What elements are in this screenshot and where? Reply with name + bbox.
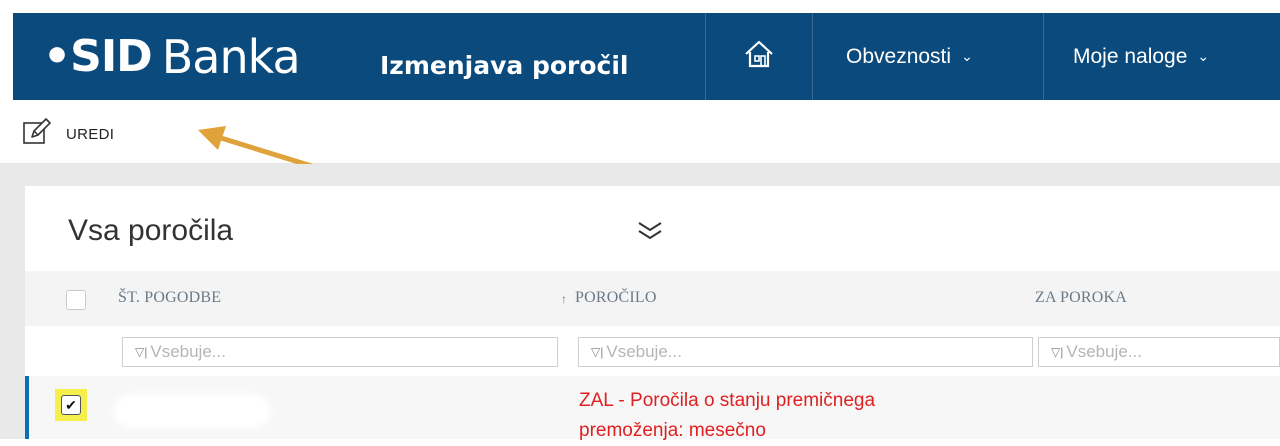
- filter-placeholder: Vsebuje...: [606, 342, 682, 361]
- nav-label: Moje naloge: [1073, 44, 1188, 68]
- col-header-report[interactable]: POROČILO: [575, 289, 657, 307]
- report-name-line: ZAL - Poročila o stanju premičnega: [579, 390, 876, 411]
- filter-guarantor-input[interactable]: ▽| Vsebuje...: [1038, 337, 1280, 367]
- report-name-line: premoženja: mesečno: [579, 420, 766, 441]
- filter-contract-input[interactable]: ▽| Vsebuje...: [122, 337, 558, 367]
- pencil-icon: [22, 117, 52, 152]
- panel-title: Vsa poročila: [68, 214, 234, 247]
- home-icon: [743, 39, 775, 74]
- filter-placeholder: Vsebuje...: [1066, 342, 1142, 361]
- filter-row: ▽| Vsebuje... ▽| Vsebuje... ▽| Vsebuje..…: [25, 326, 1280, 376]
- collapse-toggle-icon[interactable]: [635, 219, 665, 243]
- nav-label: Obveznosti: [846, 44, 952, 68]
- logo-text: Banka: [161, 30, 301, 84]
- nav-home-button[interactable]: [706, 13, 812, 100]
- filter-icon: ▽|: [591, 345, 604, 359]
- select-all-checkbox[interactable]: [66, 290, 86, 310]
- sid-banka-logo[interactable]: •SID Banka: [43, 29, 301, 85]
- col-header-contract[interactable]: ŠT. POGODBE: [118, 289, 221, 307]
- nav-divider: [1043, 13, 1044, 100]
- chevron-down-icon: ⌄: [1197, 48, 1210, 64]
- report-name[interactable]: ZAL - Poročila o stanju premičnega premo…: [579, 386, 999, 446]
- table-header-row: ŠT. POGODBE ↑ POROČILO ZA POROKA: [25, 271, 1280, 326]
- reports-panel: Vsa poročila ŠT. POGODBE ↑ POROČILO ZA P…: [25, 186, 1280, 441]
- nav-obveznosti[interactable]: Obveznosti ⌄: [846, 13, 973, 100]
- redacted-contract-number: [113, 394, 271, 428]
- top-bar: •SID Banka Izmenjava poročil Obveznosti …: [0, 0, 1280, 100]
- sort-asc-icon: ↑: [561, 292, 568, 306]
- edit-button[interactable]: UREDI: [22, 117, 114, 152]
- edit-label: UREDI: [66, 126, 115, 143]
- table-row[interactable]: ✔ ZAL - Poročila o stanju premičnega pre…: [25, 376, 1280, 441]
- app-title: Izmenjava poročil: [380, 51, 629, 80]
- filter-icon: ▽|: [135, 345, 148, 359]
- nav-divider: [812, 13, 813, 100]
- filter-placeholder: Vsebuje...: [150, 342, 226, 361]
- chevron-down-icon: ⌄: [961, 48, 973, 64]
- nav-moje-naloge[interactable]: Moje naloge ⌄: [1073, 13, 1209, 100]
- logo-mark: •SID: [43, 31, 153, 82]
- filter-report-input[interactable]: ▽| Vsebuje...: [578, 337, 1033, 367]
- row-checkbox[interactable]: ✔: [61, 395, 81, 415]
- row-checkbox-highlight: ✔: [55, 389, 87, 421]
- col-header-guarantor[interactable]: ZA POROKA: [1035, 289, 1127, 307]
- brand-bar: •SID Banka Izmenjava poročil Obveznosti …: [13, 13, 1280, 100]
- filter-icon: ▽|: [1051, 345, 1064, 359]
